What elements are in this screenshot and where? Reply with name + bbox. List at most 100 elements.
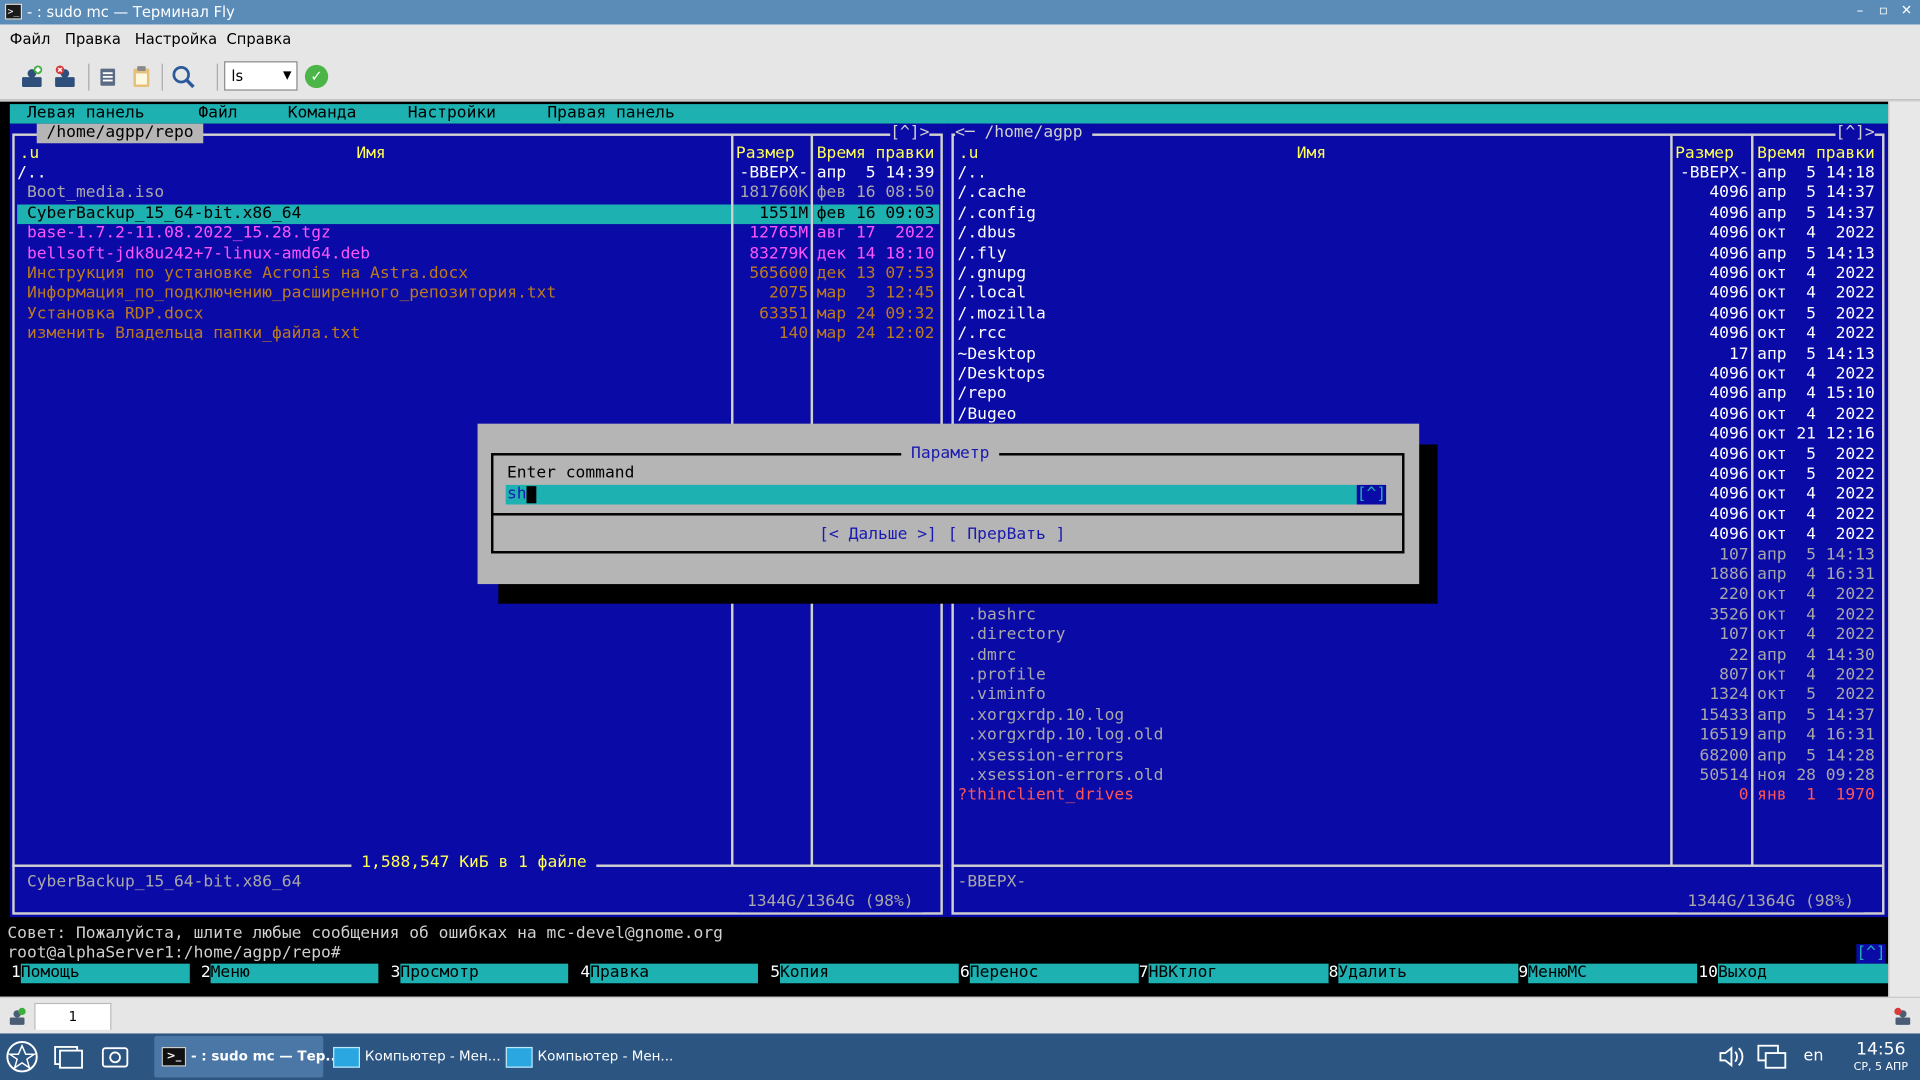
chevron-down-icon[interactable]: ▼ <box>283 62 291 89</box>
remove-user-icon[interactable] <box>1893 1007 1913 1027</box>
left-file-row[interactable]: base-1.7.2-11.08.2022_15.28.tgz 12765M авг… <box>10 224 941 244</box>
left-file-row[interactable]: изменить Владельца папки_файла.txt 140 мар… <box>10 325 941 345</box>
add-user-icon[interactable] <box>7 1007 27 1027</box>
tab-1[interactable]: 1 <box>34 1002 112 1030</box>
right-file-row[interactable]: /.fly 4096 апр 5 14:13 <box>948 244 1881 264</box>
fkey-5-button[interactable]: Копия <box>780 963 959 984</box>
right-file-row[interactable]: ?thinclient_drives 0 янв 1 1970 <box>948 787 1881 807</box>
shell-prompt[interactable]: root@alphaServer1:/home/agpp/repo# <box>7 944 340 964</box>
fkey-10-button[interactable]: Выход <box>1717 963 1889 984</box>
right-file-row[interactable]: /.dbus 4096 окт 4 2022 <box>948 224 1881 244</box>
terminal-scrollbar[interactable] <box>1888 101 1920 997</box>
right-file-row[interactable]: /Bugeo 4096 окт 4 2022 <box>948 405 1881 425</box>
left-col-name[interactable]: Имя <box>356 144 385 164</box>
right-panel-corner[interactable]: [^]> <box>1835 123 1875 144</box>
close-tab-icon[interactable] <box>50 61 82 93</box>
right-file-row[interactable]: .xsession-errors 68200 апр 5 14:28 <box>948 746 1881 766</box>
mc-menu-file[interactable]: Файл <box>198 104 237 124</box>
fkey-6-button[interactable]: Перенос <box>969 963 1139 984</box>
taskbar-item-computer-1[interactable]: Компьютер - Мен... <box>331 1036 501 1078</box>
right-file-row[interactable]: .xsession-errors.old 50514 ноя 28 09:28 <box>948 767 1881 787</box>
left-panel-path[interactable]: /home/agpp/repo <box>36 123 204 144</box>
terminal-area[interactable]: Левая панель Файл Команда Настройки Прав… <box>0 101 1889 997</box>
fkey-4-button[interactable]: Правка <box>590 963 758 984</box>
menu-settings[interactable]: Настройка <box>135 24 217 53</box>
left-col-time[interactable]: Время правки <box>817 144 935 164</box>
search-icon[interactable] <box>168 61 200 93</box>
fkey-5-number[interactable]: 5 <box>770 964 780 984</box>
right-col-time[interactable]: Время правки <box>1757 144 1875 164</box>
taskbar-item-terminal[interactable]: >_ - : sudo mc — Тер... <box>154 1035 341 1078</box>
right-file-row[interactable]: .viminfo 1324 окт 5 2022 <box>948 686 1881 706</box>
right-file-row[interactable]: .directory 107 окт 4 2022 <box>948 626 1881 646</box>
fkey-4-number[interactable]: 4 <box>580 964 590 984</box>
copy-icon[interactable] <box>92 61 124 93</box>
right-col-size[interactable]: Размер <box>1675 144 1734 164</box>
fkey-1-number[interactable]: 1 <box>11 964 21 984</box>
right-file-row[interactable]: /Desktops 4096 окт 4 2022 <box>948 365 1881 385</box>
fkey-7-number[interactable]: 7 <box>1139 964 1149 984</box>
menu-help[interactable]: Справка <box>227 24 292 53</box>
close-icon[interactable]: ✕ <box>1893 0 1920 24</box>
right-file-row[interactable]: /.cache 4096 апр 5 14:37 <box>948 184 1881 204</box>
fkey-9-number[interactable]: 9 <box>1518 964 1528 984</box>
desktops-icon[interactable] <box>51 1036 88 1078</box>
left-file-row[interactable]: Установка RDP.docx 63351 мар 24 09:32 <box>10 305 941 325</box>
left-file-row[interactable]: Boot_media.iso 181760K фев 16 08:50 <box>10 184 941 204</box>
right-file-row[interactable]: /.gnupg 4096 окт 4 2022 <box>948 264 1881 284</box>
left-file-row[interactable]: Инструкция по установке Acronis на Astra… <box>10 264 941 284</box>
mc-menu-left-panel[interactable]: Левая панель <box>27 104 145 124</box>
prompt-corner[interactable]: [^] <box>1856 944 1886 964</box>
left-sort-indicator[interactable]: .u <box>20 144 40 164</box>
fkey-8-number[interactable]: 8 <box>1329 964 1339 984</box>
command-input[interactable]: sh <box>505 484 1357 505</box>
right-file-row[interactable]: /.config 4096 апр 5 14:37 <box>948 204 1881 224</box>
mc-menu-options[interactable]: Настройки <box>408 104 496 124</box>
right-file-row[interactable]: /.rcc 4096 окт 4 2022 <box>948 325 1881 345</box>
keyboard-layout[interactable]: en <box>1798 1036 1830 1078</box>
right-file-row[interactable]: .profile 807 окт 4 2022 <box>948 666 1881 686</box>
fkey-2-number[interactable]: 2 <box>201 964 211 984</box>
right-panel-path[interactable]: <─ /home/agpp <box>955 123 1093 144</box>
left-file-row[interactable]: bellsoft-jdk8u242+7-linux-amd64.deb 83279… <box>10 244 941 264</box>
left-file-row[interactable]: CyberBackup_15_64-bit.x86_64 1551M фев 16 … <box>10 204 941 224</box>
right-file-row[interactable]: /.. -ВВЕРХ-апр 5 14:18 <box>948 164 1881 184</box>
left-col-size[interactable]: Размер <box>736 144 795 164</box>
left-panel-corner[interactable]: [^]> <box>890 123 930 144</box>
fkey-3-number[interactable]: 3 <box>391 964 401 984</box>
left-file-row[interactable]: /.. -ВВЕРХ-апр 5 14:39 <box>10 164 941 184</box>
mc-menu-right-panel[interactable]: Правая панель <box>547 104 674 124</box>
fkey-7-button[interactable]: НВКтлог <box>1148 963 1329 984</box>
file-manager-icon[interactable] <box>98 1036 135 1078</box>
fkey-9-button[interactable]: МенюМС <box>1528 963 1698 984</box>
paste-icon[interactable] <box>126 61 158 93</box>
fkey-10-number[interactable]: 10 <box>1698 964 1718 984</box>
command-combobox[interactable]: ls ▼ <box>224 61 298 91</box>
network-icon[interactable] <box>1756 1036 1790 1078</box>
menu-edit[interactable]: Правка <box>65 24 121 53</box>
right-col-name[interactable]: Имя <box>1297 144 1326 164</box>
abort-button[interactable]: [ ПрерВать ] <box>948 525 1066 545</box>
fkey-3-button[interactable]: Просмотр <box>400 963 569 984</box>
left-file-row[interactable]: Информация_по_подключению_расширенного_р… <box>10 285 941 305</box>
run-command-icon[interactable]: ✓ <box>304 64 329 89</box>
history-button[interactable]: [^] <box>1356 484 1387 505</box>
menu-file[interactable]: Файл <box>10 24 51 53</box>
fkey-8-button[interactable]: Удалить <box>1338 963 1519 984</box>
right-file-row[interactable]: /.local 4096 окт 4 2022 <box>948 285 1881 305</box>
new-tab-icon[interactable] <box>17 61 49 93</box>
fkey-2-button[interactable]: Меню <box>210 963 379 984</box>
right-sort-indicator[interactable]: .u <box>959 144 979 164</box>
right-file-row[interactable]: .dmrc 22 апр 4 14:30 <box>948 646 1881 666</box>
right-file-row[interactable]: /repo 4096 апр 4 15:10 <box>948 385 1881 405</box>
right-file-row[interactable]: ~Desktop 17 апр 5 14:13 <box>948 345 1881 365</box>
right-file-row[interactable]: /.mozilla 4096 окт 5 2022 <box>948 305 1881 325</box>
fkey-1-button[interactable]: Помощь <box>20 963 190 984</box>
mc-menu-command[interactable]: Команда <box>288 104 357 124</box>
start-menu-icon[interactable] <box>5 1036 42 1078</box>
right-file-row[interactable]: .bashrc 3526 окт 4 2022 <box>948 606 1881 626</box>
right-file-row[interactable]: .xorgxrdp.10.log.old 16519 апр 4 16:31 <box>948 726 1881 746</box>
taskbar-item-computer-2[interactable]: Компьютер - Мен... <box>503 1036 673 1078</box>
volume-icon[interactable] <box>1717 1036 1749 1078</box>
next-button[interactable]: [< Дальше >] <box>819 525 937 545</box>
